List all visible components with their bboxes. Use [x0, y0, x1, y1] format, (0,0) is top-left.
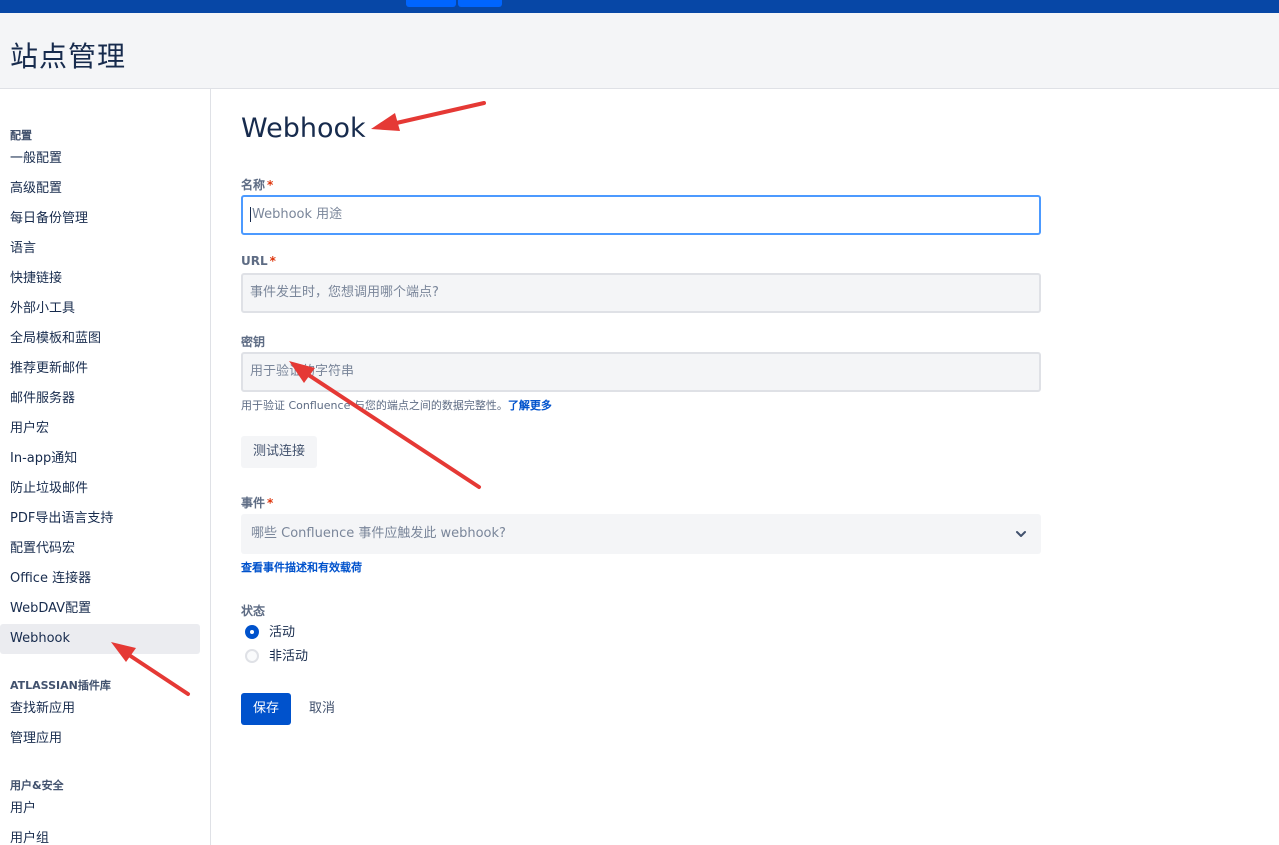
top-navigation-bar	[0, 0, 1279, 13]
sidebar-item-groups[interactable]: 用户组	[0, 824, 200, 845]
name-input[interactable]: Webhook 用途	[241, 195, 1041, 235]
sidebar-item-external-gadgets[interactable]: 外部小工具	[0, 294, 200, 324]
sidebar-item-webhook[interactable]: Webhook	[0, 624, 200, 654]
name-label: 名称 *	[241, 176, 273, 193]
secret-help-text: 用于验证 Confluence 与您的端点之间的数据完整性。了解更多	[241, 397, 552, 413]
events-label: 事件 *	[241, 494, 273, 511]
name-label-text: 名称	[241, 178, 266, 192]
events-label-text: 事件	[241, 496, 266, 510]
secret-label: 密钥	[241, 335, 266, 349]
sidebar-item-spam-prevention[interactable]: 防止垃圾邮件	[0, 474, 200, 504]
page-header: 站点管理	[0, 13, 1279, 89]
sidebar-item-user-macros[interactable]: 用户宏	[0, 414, 200, 444]
secret-input[interactable]: 用于验证的字符串	[241, 352, 1041, 392]
form-title: Webhook	[241, 113, 366, 144]
sidebar-item-code-macro[interactable]: 配置代码宏	[0, 534, 200, 564]
page-title: 站点管理	[10, 40, 127, 73]
status-option-inactive-label: 非活动	[269, 649, 309, 664]
top-nav-tab[interactable]	[406, 0, 456, 7]
sidebar-item-users[interactable]: 用户	[0, 794, 200, 824]
radio-unselected-icon[interactable]	[245, 648, 259, 663]
url-label: URL *	[241, 254, 276, 268]
sidebar-item-general-config[interactable]: 一般配置	[0, 144, 200, 174]
sidebar-item-language[interactable]: 语言	[0, 234, 200, 264]
secret-placeholder: 用于验证的字符串	[250, 364, 355, 379]
sidebar-item-in-app-notifications[interactable]: In-app通知	[0, 444, 200, 474]
annotation-arrow-title	[371, 101, 486, 131]
cancel-button[interactable]: 取消	[297, 693, 347, 725]
sidebar-item-recommended-updates-email[interactable]: 推荐更新邮件	[0, 354, 200, 384]
top-nav-tab[interactable]	[458, 0, 502, 7]
view-events-link[interactable]: 查看事件描述和有效载荷	[241, 559, 362, 575]
status-option-active[interactable]: 活动	[245, 623, 295, 643]
sidebar-item-advanced-config[interactable]: 高级配置	[0, 174, 200, 204]
chevron-down-icon	[1016, 531, 1026, 537]
required-marker: *	[267, 496, 274, 510]
radio-selected-icon[interactable]	[245, 624, 259, 639]
secret-help-description: 用于验证 Confluence 与您的端点之间的数据完整性。	[241, 399, 508, 412]
sidebar-item-webdav[interactable]: WebDAV配置	[0, 594, 200, 624]
required-marker: *	[269, 254, 276, 268]
events-select[interactable]: 哪些 Confluence 事件应触发此 webhook?	[241, 514, 1041, 554]
events-placeholder: 哪些 Confluence 事件应触发此 webhook?	[251, 526, 506, 541]
text-caret	[250, 207, 251, 222]
url-input[interactable]: 事件发生时，您想调用哪个端点?	[241, 273, 1041, 313]
sidebar-item-shortcut-links[interactable]: 快捷链接	[0, 264, 200, 294]
sidebar-item-mail-servers[interactable]: 邮件服务器	[0, 384, 200, 414]
save-button[interactable]: 保存	[241, 693, 292, 725]
learn-more-link[interactable]: 了解更多	[508, 399, 552, 412]
test-connection-button[interactable]: 测试连接	[241, 436, 318, 468]
status-label: 状态	[241, 604, 266, 618]
sidebar-item-manage-apps[interactable]: 管理应用	[0, 724, 200, 754]
sidebar-item-backup[interactable]: 每日备份管理	[0, 204, 200, 234]
sidebar-section-users-security: 用户&安全	[10, 779, 64, 792]
admin-sidebar: 配置 一般配置 高级配置 每日备份管理 语言 快捷链接 外部小工具 全局模板和蓝…	[0, 89, 211, 845]
name-placeholder: Webhook 用途	[252, 207, 343, 222]
status-option-active-label: 活动	[269, 625, 296, 640]
sidebar-item-find-apps[interactable]: 查找新应用	[0, 694, 200, 724]
url-placeholder: 事件发生时，您想调用哪个端点?	[250, 285, 439, 300]
status-option-inactive[interactable]: 非活动	[245, 647, 308, 667]
sidebar-item-office-connector[interactable]: Office 连接器	[0, 564, 200, 594]
url-label-text: URL	[241, 254, 268, 268]
sidebar-item-templates-blueprints[interactable]: 全局模板和蓝图	[0, 324, 200, 354]
sidebar-section-marketplace: ATLASSIAN插件库	[10, 679, 111, 692]
sidebar-section-config: 配置	[10, 129, 32, 142]
required-marker: *	[267, 178, 274, 192]
sidebar-item-pdf-export-language[interactable]: PDF导出语言支持	[0, 504, 200, 534]
